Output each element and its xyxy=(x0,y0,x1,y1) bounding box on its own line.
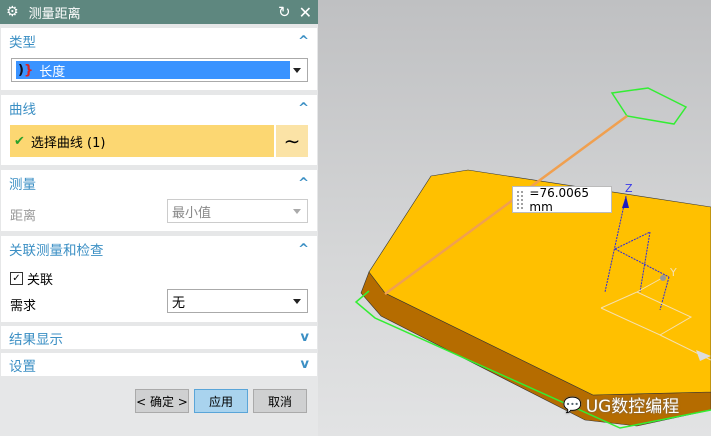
measurement-value: =76.0065 mm xyxy=(529,185,590,214)
drag-handle-icon[interactable] xyxy=(516,189,526,210)
measurement-label[interactable]: =76.0065 mm xyxy=(512,185,612,214)
watermark: 💬 UG数控编程 xyxy=(563,392,680,418)
graphics-viewport[interactable]: Z Y xyxy=(0,0,711,436)
csys-origin xyxy=(660,275,666,281)
wechat-icon: 💬 xyxy=(563,395,582,414)
watermark-text: UG数控编程 xyxy=(585,397,680,417)
axis-z-label: Z xyxy=(625,182,633,195)
axis-y-label: Y xyxy=(669,266,677,279)
